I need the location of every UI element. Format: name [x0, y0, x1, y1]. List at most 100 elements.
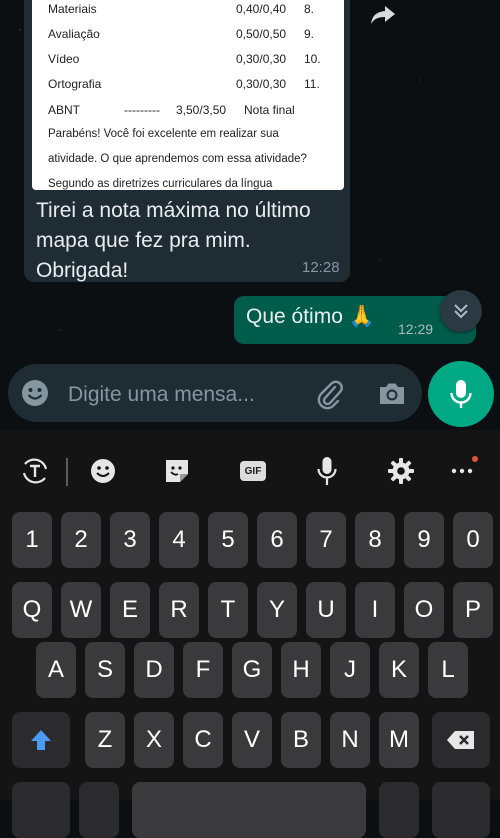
toolbar-separator — [66, 458, 68, 486]
forward-icon[interactable] — [370, 4, 396, 26]
message-input[interactable] — [66, 378, 300, 412]
scroll-to-bottom-button[interactable] — [440, 290, 482, 332]
doc-score: 0,30/0,30 — [236, 52, 287, 66]
key-g[interactable]: G — [232, 642, 272, 698]
key-b[interactable]: B — [281, 712, 321, 768]
voice-message-button[interactable] — [428, 361, 494, 427]
key-y[interactable]: Y — [257, 582, 297, 638]
key-r[interactable]: R — [159, 582, 199, 638]
doc-number: 9. — [304, 27, 315, 41]
key-2[interactable]: 2 — [61, 512, 101, 568]
key-4[interactable]: 4 — [159, 512, 199, 568]
doc-score: 3,50/3,50 — [176, 103, 227, 117]
key-i[interactable]: I — [355, 582, 395, 638]
doc-label: Ortografia — [48, 77, 102, 91]
doc-label: Materiais — [48, 2, 97, 16]
doc-score: 0,30/0,30 — [236, 77, 287, 91]
key-h[interactable]: H — [281, 642, 321, 698]
camera-icon[interactable] — [376, 378, 408, 410]
key-1[interactable]: 1 — [12, 512, 52, 568]
key-c[interactable]: C — [183, 712, 223, 768]
key-t[interactable]: T — [208, 582, 248, 638]
key-s[interactable]: S — [85, 642, 125, 698]
emoji-keyboard-button[interactable] — [88, 456, 118, 486]
key-u[interactable]: U — [306, 582, 346, 638]
key-p[interactable]: P — [453, 582, 493, 638]
key-w[interactable]: W — [61, 582, 101, 638]
key-d[interactable]: D — [134, 642, 174, 698]
backspace-icon — [447, 731, 474, 749]
key-7[interactable]: 7 — [306, 512, 346, 568]
emoji-icon — [91, 459, 115, 483]
incoming-message-text: Tirei a nota máxima no último mapa que f… — [36, 199, 311, 282]
key-f[interactable]: F — [183, 642, 223, 698]
period-key[interactable] — [379, 782, 419, 838]
microphone-icon — [317, 457, 337, 485]
key-x[interactable]: X — [134, 712, 174, 768]
doc-paragraph-line: Parabéns! Você foi excelente em realizar… — [48, 128, 279, 140]
key-l[interactable]: L — [428, 642, 468, 698]
attach-icon[interactable] — [314, 378, 346, 410]
doc-paragraph-line: Segundo as diretrizes curriculares da lí… — [48, 178, 273, 190]
shift-arrow-icon — [31, 730, 51, 750]
keyboard: G I F 1 2 3 4 5 6 7 8 9 0 Q W E R T Y U I … — [0, 430, 500, 838]
microphone-icon — [450, 380, 472, 408]
enter-key[interactable] — [432, 782, 490, 838]
text-mode-icon — [22, 458, 48, 484]
key-n[interactable]: N — [330, 712, 370, 768]
doc-score: 0,40/0,40 — [236, 2, 287, 16]
keyboard-settings-button[interactable] — [386, 456, 416, 486]
doc-dashes: --------- — [124, 103, 160, 117]
outgoing-message-time: 12:29 — [398, 321, 434, 337]
doc-score: 0,50/0,50 — [236, 27, 287, 41]
backspace-key[interactable] — [432, 712, 490, 768]
gif-button[interactable]: GIF — [238, 456, 268, 486]
comma-key[interactable] — [79, 782, 119, 838]
key-j[interactable]: J — [330, 642, 370, 698]
key-m[interactable]: M — [379, 712, 419, 768]
double-chevron-down-icon — [454, 304, 468, 319]
doc-paragraph-line: atividade. O que aprendemos com essa ati… — [48, 153, 307, 165]
key-k[interactable]: K — [379, 642, 419, 698]
symbols-key[interactable] — [12, 782, 70, 838]
shift-key[interactable] — [12, 712, 70, 768]
key-e[interactable]: E — [110, 582, 150, 638]
chat-area: Materiais 0,40/0,40 8. Avaliação 0,50/0,… — [0, 0, 500, 430]
doc-row-3: Vídeo 0,30/0,30 10. — [48, 52, 321, 70]
text-mode-toggle-button[interactable] — [18, 456, 52, 486]
gear-icon — [388, 458, 414, 484]
emoji-icon[interactable] — [20, 378, 50, 408]
keyboard-toolbar: GIF — [0, 430, 500, 508]
key-6[interactable]: 6 — [257, 512, 297, 568]
key-q[interactable]: Q — [12, 582, 52, 638]
key-8[interactable]: 8 — [355, 512, 395, 568]
space-key[interactable] — [132, 782, 366, 838]
document-preview[interactable]: Materiais 0,40/0,40 8. Avaliação 0,50/0,… — [32, 0, 344, 190]
doc-row-1: Materiais 0,40/0,40 8. — [48, 2, 314, 20]
doc-total-row: ABNT --------- 3,50/3,50 Nota final — [48, 103, 295, 121]
more-dots-icon — [451, 468, 473, 474]
doc-number: 8. — [304, 2, 315, 16]
key-z[interactable]: Z — [85, 712, 125, 768]
doc-label: Avaliação — [48, 27, 100, 41]
voice-input-button[interactable] — [312, 456, 342, 486]
doc-note: Nota final — [244, 103, 295, 117]
key-5[interactable]: 5 — [208, 512, 248, 568]
doc-number: 10. — [304, 52, 321, 66]
key-o[interactable]: O — [404, 582, 444, 638]
doc-label: Vídeo — [48, 52, 80, 66]
key-9[interactable]: 9 — [404, 512, 444, 568]
incoming-message-time: 12:28 — [302, 259, 340, 276]
doc-number: 11. — [304, 77, 320, 91]
outgoing-message-text: Que ótimo 🙏 — [246, 305, 375, 328]
notification-dot — [472, 456, 478, 462]
doc-label: ABNT — [48, 103, 81, 117]
key-a[interactable]: A — [36, 642, 76, 698]
key-v[interactable]: V — [232, 712, 272, 768]
sticker-icon — [166, 460, 188, 482]
doc-paragraph: Parabéns! Você foi excelente em realizar… — [48, 122, 338, 190]
key-3[interactable]: 3 — [110, 512, 150, 568]
key-0[interactable]: 0 — [453, 512, 493, 568]
doc-row-4: Ortografia 0,30/0,30 11. — [48, 77, 320, 95]
sticker-button[interactable] — [162, 456, 192, 486]
